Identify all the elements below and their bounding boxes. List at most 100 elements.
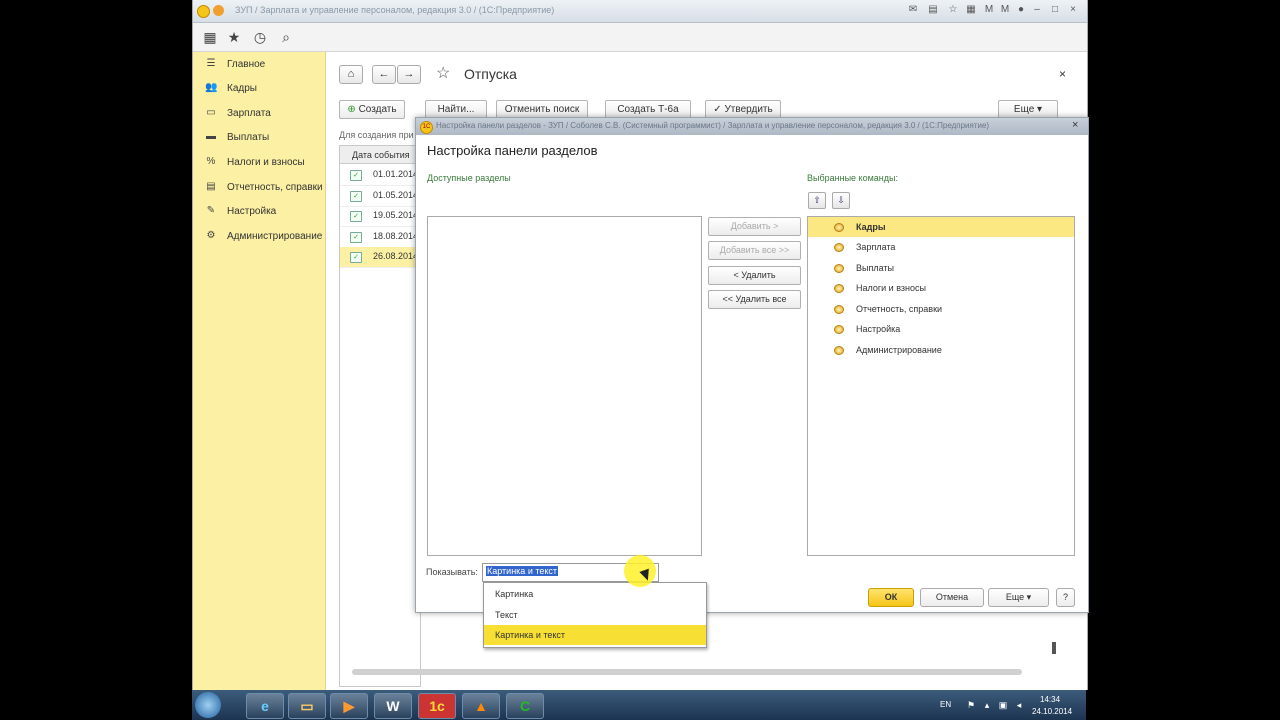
close-dialog-icon[interactable]: × xyxy=(1072,119,1078,131)
clock-time[interactable]: 14:34 xyxy=(1040,695,1060,704)
ie-browser-icon[interactable]: e xyxy=(246,693,284,719)
list-item-label: Отчетность, справки xyxy=(856,304,943,314)
history-clock-icon[interactable]: ◷ xyxy=(251,28,269,46)
vertical-scrollbar[interactable] xyxy=(1052,642,1056,654)
minimize-icon[interactable]: – xyxy=(1031,4,1043,16)
list-item[interactable]: Кадры xyxy=(808,217,1074,237)
dropdown-option-text[interactable]: Текст xyxy=(484,605,706,625)
link-icon[interactable]: ☆ xyxy=(947,4,959,16)
arrow-left-icon: ← xyxy=(378,68,390,80)
list-item[interactable]: Зарплата xyxy=(808,237,1074,257)
menu-circle-icon[interactable] xyxy=(213,5,224,16)
dropdown-option-picture-and-text[interactable]: Картинка и текст xyxy=(484,625,706,645)
sidebar-item-hr[interactable]: 👥 Кадры xyxy=(203,79,323,99)
sidebar-item-label: Администрирование xyxy=(227,231,323,242)
table-row[interactable]: ✓ 01.01.2014 xyxy=(340,165,420,186)
plus-icon: ⊕ xyxy=(347,104,356,115)
create-button[interactable]: ⊕ Создать xyxy=(339,100,405,119)
history-icon[interactable]: ▤ xyxy=(927,4,939,16)
dialog-more-button[interactable]: Еще ▾ xyxy=(988,588,1049,607)
row-date: 01.01.2014 xyxy=(373,169,419,179)
show-mode-label: Показывать: xyxy=(426,567,478,577)
start-button[interactable] xyxy=(195,692,221,718)
selected-commands-list: Кадры Зарплата Выплаты Налоги и взносы О… xyxy=(807,216,1075,556)
available-sections-label: Доступные разделы xyxy=(427,173,511,183)
search-icon[interactable]: ⌕ xyxy=(277,28,295,46)
mail-icon[interactable]: ✉ xyxy=(907,4,919,16)
sidebar-item-label: Главное xyxy=(227,59,266,70)
list-item[interactable]: Налоги и взносы xyxy=(808,278,1074,298)
tray-arrow-icon[interactable]: ▴ xyxy=(982,700,992,710)
sidebar-item-reports[interactable]: ▤ Отчетность, справки xyxy=(203,178,323,198)
network-icon[interactable]: ▣ xyxy=(998,700,1008,710)
add-all-button[interactable]: Добавить все >> xyxy=(708,241,801,260)
sidebar-item-label: Кадры xyxy=(227,83,257,94)
language-indicator[interactable]: EN xyxy=(940,700,951,709)
table-row[interactable]: ✓ 19.05.2014 xyxy=(340,206,420,227)
available-sections-list[interactable] xyxy=(427,216,702,556)
home-button[interactable]: ⌂ xyxy=(339,65,363,84)
clock-date[interactable]: 24.10.2014 xyxy=(1032,707,1072,716)
back-button[interactable]: ← xyxy=(372,65,396,84)
sidebar-item-salary[interactable]: ▭ Зарплата xyxy=(203,104,323,124)
tray-flag-icon[interactable]: ⚑ xyxy=(966,700,976,710)
window-title: ЗУП / Зарплата и управление персоналом, … xyxy=(235,5,555,15)
remove-all-button[interactable]: << Удалить все xyxy=(708,290,801,309)
list-item[interactable]: Отчетность, справки xyxy=(808,299,1074,319)
memory-m-icon[interactable]: M xyxy=(983,4,995,16)
list-item[interactable]: Настройка xyxy=(808,319,1074,339)
people-icon: 👥 xyxy=(205,82,218,93)
table-row[interactable]: ✓ 26.08.2014 xyxy=(340,247,420,268)
money-icon: ▭ xyxy=(206,107,216,118)
section-bullet-icon xyxy=(834,243,844,252)
sidebar-item-admin[interactable]: ⚙ Администрирование xyxy=(203,227,323,247)
arrow-up-icon: ⇧ xyxy=(813,195,821,205)
show-mode-value: Картинка и текст xyxy=(486,566,559,576)
sidebar-item-taxes[interactable]: % Налоги и взносы xyxy=(203,153,323,173)
forward-button[interactable]: → xyxy=(397,65,421,84)
memory-mplus-icon[interactable]: M xyxy=(999,4,1011,16)
sidebar-item-label: Зарплата xyxy=(227,108,271,119)
list-item-label: Налоги и взносы xyxy=(856,283,926,293)
maximize-icon[interactable]: □ xyxy=(1049,4,1061,16)
taskbar: e ▭ ▶ W 1c ▲ C EN ⚑ ▴ ▣ ◂ 14:34 24.10.20… xyxy=(192,690,1086,720)
remove-button[interactable]: < Удалить xyxy=(708,266,801,285)
horizontal-scrollbar[interactable] xyxy=(352,669,1022,675)
camtasia-icon[interactable]: C xyxy=(506,693,544,719)
dropdown-option-picture[interactable]: Картинка xyxy=(484,584,706,604)
cancel-button[interactable]: Отмена xyxy=(920,588,984,607)
favorites-star-icon[interactable]: ★ xyxy=(225,28,243,46)
favorite-star-icon[interactable]: ☆ xyxy=(436,63,450,83)
app-logo-icon: 1С xyxy=(420,121,433,134)
apps-grid-icon[interactable]: ▦ xyxy=(201,28,219,46)
vlc-icon[interactable]: ▲ xyxy=(462,693,500,719)
table-row[interactable]: ✓ 18.08.2014 xyxy=(340,227,420,248)
help-button[interactable]: ? xyxy=(1056,588,1075,607)
file-explorer-icon[interactable]: ▭ xyxy=(288,693,326,719)
check-icon: ✓ xyxy=(713,104,722,115)
percent-icon: % xyxy=(206,156,216,167)
add-button[interactable]: Добавить > xyxy=(708,217,801,236)
arrow-down-icon: ⇩ xyxy=(837,195,845,205)
volume-icon[interactable]: ◂ xyxy=(1014,700,1024,710)
calendar-icon[interactable]: ▦ xyxy=(965,4,977,16)
move-down-button[interactable]: ⇩ xyxy=(832,192,850,209)
sidebar-item-settings[interactable]: ✎ Настройка xyxy=(203,202,323,222)
word-icon[interactable]: W xyxy=(374,693,412,719)
close-window-icon[interactable]: × xyxy=(1067,4,1079,16)
sidebar-item-payments[interactable]: ▬ Выплаты xyxy=(203,128,323,148)
info-icon[interactable]: ● xyxy=(1015,4,1027,16)
column-header-date[interactable]: Дата события xyxy=(340,146,420,164)
table-row[interactable]: ✓ 01.05.2014 xyxy=(340,186,420,207)
move-up-button[interactable]: ⇧ xyxy=(808,192,826,209)
list-item[interactable]: Администрирование xyxy=(808,340,1074,360)
close-page-icon[interactable]: × xyxy=(1059,67,1066,81)
list-item-label: Настройка xyxy=(856,324,901,334)
media-player-icon[interactable]: ▶ xyxy=(330,693,368,719)
ok-button[interactable]: ОК xyxy=(868,588,914,607)
gear-icon: ⚙ xyxy=(206,230,216,241)
option-label: Картинка и текст xyxy=(495,630,566,640)
list-item[interactable]: Выплаты xyxy=(808,258,1074,278)
1c-enterprise-icon[interactable]: 1c xyxy=(418,693,456,719)
sidebar-item-main[interactable]: ☰ Главное xyxy=(203,55,323,75)
